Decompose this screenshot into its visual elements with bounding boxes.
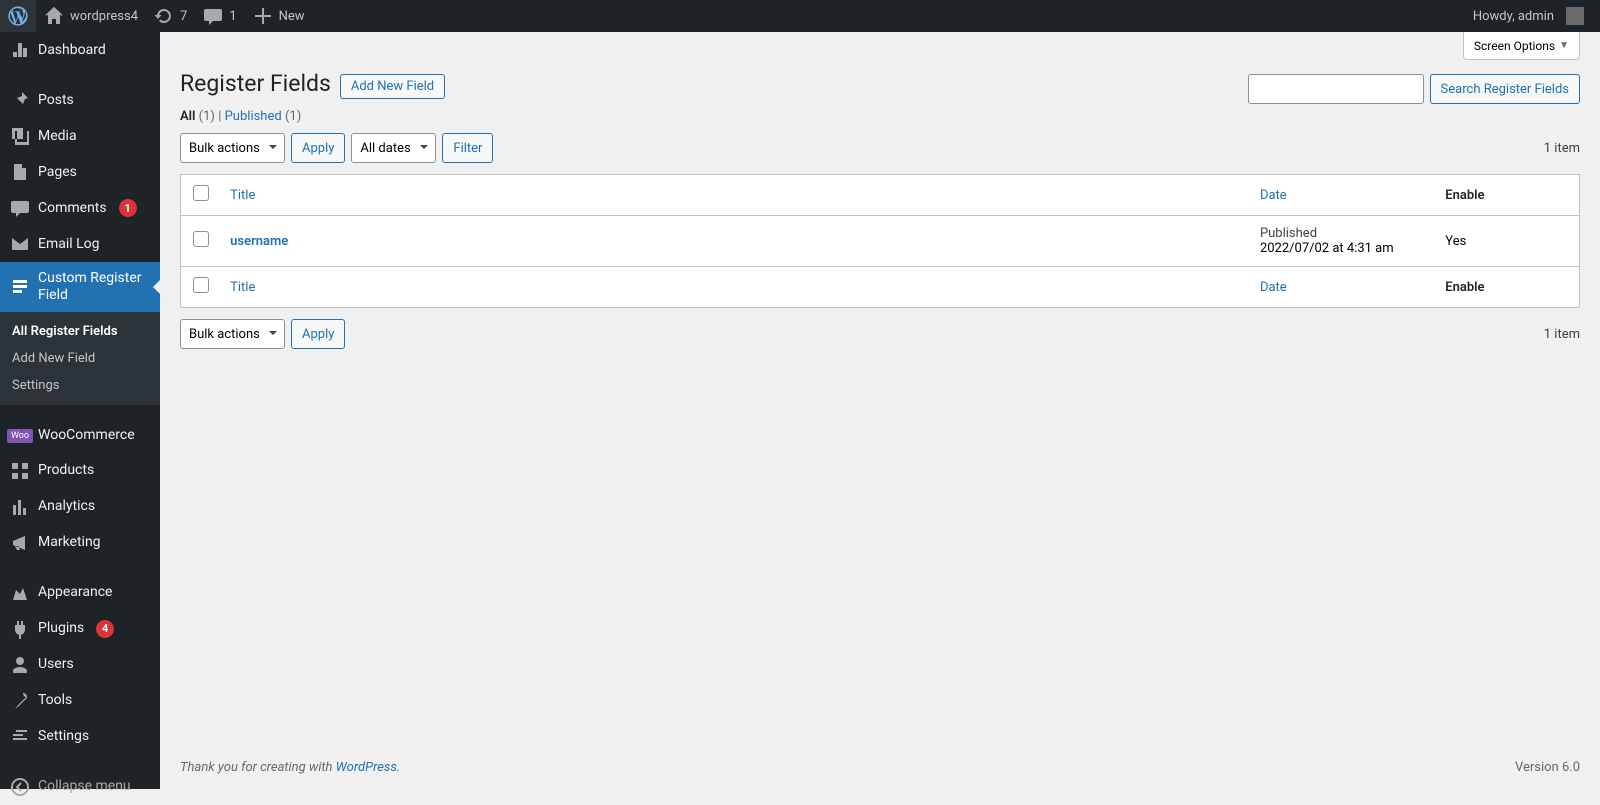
menu-tools[interactable]: Tools xyxy=(0,683,160,719)
comments-count: 1 xyxy=(229,9,236,24)
list-table: Title Date Enable username Published 202… xyxy=(180,174,1580,308)
collapse-icon xyxy=(10,777,30,797)
users-icon xyxy=(10,655,30,675)
media-icon xyxy=(10,126,30,146)
screen-options-toggle[interactable]: Screen Options ▼ xyxy=(1463,32,1580,60)
new-content-menu[interactable]: New xyxy=(245,0,313,32)
home-icon xyxy=(44,6,64,26)
woocommerce-icon: Woo xyxy=(10,429,30,443)
tools-icon xyxy=(10,691,30,711)
plugins-badge: 4 xyxy=(96,620,114,638)
site-name-label: wordpress4 xyxy=(70,9,138,24)
email-icon xyxy=(10,234,30,254)
comments-icon xyxy=(203,6,223,26)
apply-button-bottom[interactable]: Apply xyxy=(291,319,345,349)
search-box: Search Register Fields xyxy=(1248,74,1580,104)
admin-menu: Dashboard Posts Media Pages Comments 1 E… xyxy=(0,32,160,789)
footer-version: Version 6.0 xyxy=(1515,760,1580,775)
menu-comments[interactable]: Comments 1 xyxy=(0,190,160,226)
search-button[interactable]: Search Register Fields xyxy=(1430,74,1580,104)
column-date[interactable]: Date xyxy=(1250,175,1435,216)
submenu-settings[interactable]: Settings xyxy=(0,372,160,399)
item-count-top: 1 item xyxy=(1544,141,1580,156)
comments-menu[interactable]: 1 xyxy=(195,0,244,32)
filter-all[interactable]: All xyxy=(180,109,195,124)
updates-count: 7 xyxy=(180,9,187,24)
admin-bar: wordpress4 7 1 New Howdy, admin xyxy=(0,0,1600,32)
date-filter-select[interactable]: All dates xyxy=(351,133,436,163)
submenu-add-new-field[interactable]: Add New Field xyxy=(0,345,160,372)
admin-footer: Thank you for creating with WordPress. V… xyxy=(160,746,1600,789)
row-enable: Yes xyxy=(1435,216,1579,267)
tablenav-bottom: Bulk actions Apply 1 item xyxy=(180,316,1580,352)
item-count-bottom: 1 item xyxy=(1544,327,1580,342)
wordpress-icon xyxy=(8,6,28,26)
plugins-icon xyxy=(10,619,30,639)
new-label: New xyxy=(279,9,305,24)
column-date-foot[interactable]: Date xyxy=(1250,267,1435,308)
my-account-menu[interactable]: Howdy, admin xyxy=(1465,0,1592,32)
bulk-actions-select-bottom[interactable]: Bulk actions xyxy=(180,319,285,349)
products-icon xyxy=(10,461,30,481)
submenu-all-register-fields[interactable]: All Register Fields xyxy=(0,318,160,345)
select-all-bottom[interactable] xyxy=(193,277,209,293)
menu-plugins[interactable]: Plugins 4 xyxy=(0,611,160,647)
settings-icon xyxy=(10,727,30,747)
filter-button[interactable]: Filter xyxy=(442,133,493,163)
menu-settings[interactable]: Settings xyxy=(0,719,160,755)
select-all-top[interactable] xyxy=(193,185,209,201)
analytics-icon xyxy=(10,497,30,517)
menu-marketing[interactable]: Marketing xyxy=(0,525,160,561)
menu-pages[interactable]: Pages xyxy=(0,154,160,190)
pages-icon xyxy=(10,162,30,182)
site-name-menu[interactable]: wordpress4 xyxy=(36,0,146,32)
menu-collapse[interactable]: Collapse menu xyxy=(0,769,160,805)
wp-logo-menu[interactable] xyxy=(0,0,36,32)
menu-posts[interactable]: Posts xyxy=(0,82,160,118)
page-title: Register Fields xyxy=(180,70,331,97)
menu-woocommerce[interactable]: Woo WooCommerce xyxy=(0,419,160,453)
comments-badge: 1 xyxy=(119,199,137,217)
submenu-custom-register-field: All Register Fields Add New Field Settin… xyxy=(0,312,160,405)
content-area: Screen Options ▼ Register Fields Add New… xyxy=(160,32,1600,789)
menu-users[interactable]: Users xyxy=(0,647,160,683)
status-filters: All (1) | Published (1) Search Register … xyxy=(180,109,1580,124)
column-enable-foot: Enable xyxy=(1435,267,1579,308)
filter-published[interactable]: Published xyxy=(225,109,282,124)
column-enable: Enable xyxy=(1435,175,1579,216)
comment-icon xyxy=(10,198,30,218)
apply-button-top[interactable]: Apply xyxy=(291,133,345,163)
bulk-actions-select-top[interactable]: Bulk actions xyxy=(180,133,285,163)
form-icon xyxy=(10,277,30,297)
dashboard-icon xyxy=(10,40,30,60)
menu-media[interactable]: Media xyxy=(0,118,160,154)
menu-appearance[interactable]: Appearance xyxy=(0,575,160,611)
search-input[interactable] xyxy=(1248,74,1424,104)
add-new-field-button[interactable]: Add New Field xyxy=(340,74,445,99)
menu-custom-register-field[interactable]: Custom Register Field xyxy=(0,262,160,312)
howdy-label: Howdy, admin xyxy=(1473,9,1554,24)
updates-menu[interactable]: 7 xyxy=(146,0,195,32)
menu-analytics[interactable]: Analytics xyxy=(0,489,160,525)
appearance-icon xyxy=(10,583,30,603)
menu-email-log[interactable]: Email Log xyxy=(0,226,160,262)
footer-wordpress-link[interactable]: WordPress xyxy=(336,760,397,775)
column-title-foot[interactable]: Title xyxy=(220,267,1250,308)
avatar xyxy=(1566,7,1584,25)
row-checkbox[interactable] xyxy=(193,231,209,247)
row-title-link[interactable]: username xyxy=(230,234,288,249)
tablenav-top: Bulk actions Apply All dates Filter 1 it… xyxy=(180,130,1580,166)
updates-icon xyxy=(154,6,174,26)
chevron-down-icon: ▼ xyxy=(1559,40,1569,51)
plus-icon xyxy=(253,6,273,26)
row-status: Published xyxy=(1260,226,1425,241)
marketing-icon xyxy=(10,533,30,553)
table-row: username Published 2022/07/02 at 4:31 am… xyxy=(181,216,1580,267)
pin-icon xyxy=(10,90,30,110)
menu-products[interactable]: Products xyxy=(0,453,160,489)
column-title[interactable]: Title xyxy=(220,175,1250,216)
menu-dashboard[interactable]: Dashboard xyxy=(0,32,160,68)
row-date: 2022/07/02 at 4:31 am xyxy=(1260,241,1394,256)
